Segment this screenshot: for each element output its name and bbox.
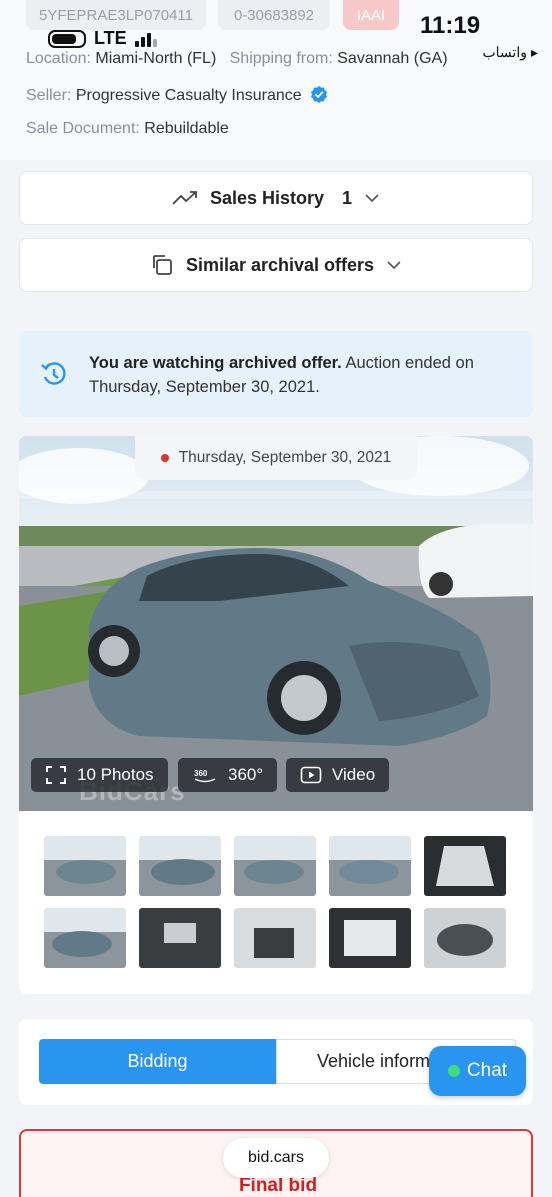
- thumbnail[interactable]: [234, 908, 316, 968]
- thumbnail[interactable]: [424, 908, 506, 968]
- svg-text:360: 360: [194, 769, 208, 778]
- location-label: Location:: [26, 50, 91, 67]
- archived-offer-notice: You are watching archived offer. Auction…: [19, 331, 533, 417]
- thumbnail[interactable]: [234, 836, 316, 896]
- lot-number-chip[interactable]: 0-30683892: [218, 0, 330, 30]
- video-label: Video: [332, 765, 376, 784]
- online-dot-icon: [447, 1065, 460, 1077]
- chat-button[interactable]: Chat: [429, 1046, 526, 1096]
- chevron-down-icon: [365, 194, 379, 203]
- auction-date-text: Thursday, September 30, 2021: [178, 449, 392, 466]
- back-to-app[interactable]: واتساب ▸: [482, 44, 538, 61]
- auction-date-pill: Thursday, September 30, 2021: [135, 436, 417, 480]
- photos-label: 10 Photos: [77, 765, 154, 784]
- rotate-360-icon: 360: [194, 769, 216, 783]
- location-row: Location: Miami-North (FL) Shipping from…: [26, 50, 448, 68]
- photos-button[interactable]: 10 Photos: [31, 758, 168, 792]
- thumbnail[interactable]: [139, 908, 221, 968]
- view-360-button[interactable]: 360 360°: [178, 758, 278, 792]
- final-bid-label: Final bid: [238, 1175, 318, 1196]
- location-value: Miami-North (FL): [95, 50, 217, 67]
- shipping-label: Shipping from:: [229, 50, 333, 67]
- chevron-down-icon: [387, 261, 401, 270]
- vehicle-photo-image: [19, 436, 533, 811]
- sales-history-toggle[interactable]: Sales History 1: [19, 171, 533, 225]
- back-app-label: واتساب: [482, 44, 527, 60]
- main-vehicle-photo[interactable]: Thursday, September 30, 2021 BidCars 10 …: [19, 436, 533, 811]
- thumbnail-grid: [19, 811, 533, 994]
- history-icon: [41, 362, 66, 385]
- play-video-icon: [300, 766, 322, 784]
- network-label: LTE: [94, 28, 127, 48]
- video-button[interactable]: Video: [286, 758, 390, 792]
- fullscreen-icon: [46, 766, 66, 784]
- similar-offers-label: Similar archival offers: [185, 254, 375, 275]
- chat-label: Chat: [466, 1060, 508, 1081]
- status-bar-left: LTE: [48, 28, 157, 49]
- thumbnail[interactable]: [424, 836, 506, 896]
- site-domain-pill: bid.cars: [223, 1138, 329, 1178]
- thumbnail[interactable]: [329, 836, 411, 896]
- play-triangle-icon: ▸: [530, 44, 538, 60]
- thumbnail[interactable]: [329, 908, 411, 968]
- seller-value[interactable]: Progressive Casualty Insurance: [76, 87, 302, 104]
- sale-document-row: Sale Document: Rebuildable: [26, 120, 229, 138]
- view-360-label: 360°: [228, 765, 264, 784]
- sales-history-count: 1: [342, 187, 353, 208]
- sales-history-label: Sales History: [209, 187, 325, 208]
- trending-up-icon: [172, 191, 197, 205]
- thumbnail[interactable]: [44, 836, 126, 896]
- tab-bidding[interactable]: Bidding: [39, 1039, 276, 1084]
- signal-icon: [134, 31, 157, 47]
- seller-row: Seller: Progressive Casualty Insurance: [26, 85, 328, 105]
- red-dot-icon: [160, 454, 169, 462]
- status-time: 11:19: [420, 12, 481, 39]
- shipping-value: Savannah (GA): [337, 50, 448, 67]
- thumbnail[interactable]: [44, 908, 126, 968]
- sale-document-label: Sale Document:: [26, 120, 140, 137]
- battery-icon: [48, 29, 86, 48]
- similar-offers-toggle[interactable]: Similar archival offers: [19, 238, 533, 292]
- verified-badge-icon: [311, 85, 328, 103]
- seller-label: Seller:: [26, 87, 72, 104]
- vin-chip[interactable]: 5YFEPRAE3LP070411: [26, 0, 206, 30]
- notice-bold-text: You are watching archived offer.: [89, 354, 342, 372]
- sale-document-value: Rebuildable: [144, 120, 229, 137]
- copy-icon: [153, 255, 172, 275]
- thumbnail[interactable]: [139, 836, 221, 896]
- auction-chip: IAAI: [343, 0, 399, 30]
